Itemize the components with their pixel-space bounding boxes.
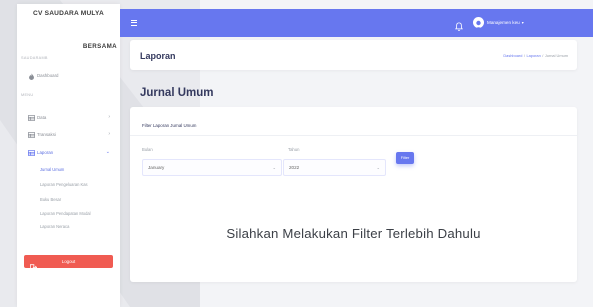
bulan-value: January xyxy=(148,165,165,170)
filter-button[interactable]: Filter xyxy=(396,152,414,164)
sidebar-item-dashboard[interactable]: Dashboard xyxy=(17,70,120,82)
breadcrumb-dashboard[interactable]: Dashboard xyxy=(503,53,522,58)
sidebar-item-data[interactable]: Data › xyxy=(17,112,120,124)
content-title: Jurnal Umum xyxy=(140,87,214,99)
caret-down-icon: ▾ xyxy=(521,20,524,25)
table-icon xyxy=(27,149,35,157)
breadcrumb-current: Jurnal Umum xyxy=(544,53,568,58)
filter-button-label: Filter xyxy=(400,155,410,160)
sidebar-subitem-laporan-pendapatan-modal[interactable]: Laporan Pendapatan Modal xyxy=(40,211,91,216)
sidebar-subitem-buku-besar[interactable]: Buku Besar xyxy=(40,197,61,202)
sidebar-item-label: Laporan xyxy=(37,150,54,155)
user-menu[interactable]: Manajemen keu ▾ xyxy=(487,20,524,25)
bulan-select[interactable]: January ⌄ xyxy=(142,159,282,176)
logout-button[interactable]: Logout xyxy=(24,255,113,271)
bulan-label: Bulan xyxy=(142,147,153,152)
sidebar-item-label: Data xyxy=(37,115,47,120)
sidebar-item-transaksi[interactable]: Transaksi › xyxy=(17,129,120,141)
table-icon xyxy=(27,114,35,122)
section-header: Laporan Dashboard / Laporan / Jurnal Umum xyxy=(130,40,577,70)
filter-card: Filter Laporan Jurnal Umum Bulan January… xyxy=(130,107,577,282)
card-divider xyxy=(130,135,577,136)
chevron-right-icon: › xyxy=(108,114,110,120)
brand-small: SAUDARAMB xyxy=(21,56,48,60)
sidebar-item-label: Transaksi xyxy=(37,132,56,137)
chevron-down-icon: ⌄ xyxy=(376,165,380,170)
sidebar-subitem-laporan-pengeluaran-kas[interactable]: Laporan Pengeluaran Kas xyxy=(40,182,88,187)
chevron-right-icon: › xyxy=(108,131,110,137)
logout-label: Logout xyxy=(61,259,76,264)
user-avatar-icon[interactable] xyxy=(473,17,484,28)
tahun-label: Tahun xyxy=(288,147,300,152)
chevron-down-icon: ⌄ xyxy=(272,165,276,170)
tahun-select[interactable]: 2022 ⌄ xyxy=(283,159,386,176)
bars-icon[interactable] xyxy=(131,20,137,26)
chevron-down-icon: ⌄ xyxy=(105,149,110,155)
sidebar: CV SAUDARA MULYA BERSAMA SAUDARAMB Dashb… xyxy=(17,4,120,307)
sidebar-item-laporan[interactable]: Laporan ⌄ xyxy=(17,147,120,159)
page-title: Laporan xyxy=(140,51,176,61)
breadcrumb: Dashboard / Laporan / Jurnal Umum xyxy=(503,53,568,58)
breadcrumb-separator: / xyxy=(542,53,544,58)
brand-title[interactable]: CV SAUDARA MULYA xyxy=(17,10,120,17)
brand-subtitle[interactable]: BERSAMA xyxy=(17,43,117,50)
table-icon xyxy=(27,131,35,139)
tahun-value: 2022 xyxy=(289,165,300,170)
breadcrumb-laporan[interactable]: Laporan xyxy=(526,53,540,58)
menu-section-label: MENU xyxy=(21,93,34,97)
sidebar-subitem-jurnal-umum[interactable]: Jurnal Umum xyxy=(40,167,64,172)
filter-card-title: Filter Laporan Jurnal Umum xyxy=(142,123,197,128)
user-name: Manajemen keu xyxy=(487,20,520,25)
bell-icon[interactable] xyxy=(455,18,463,31)
breadcrumb-separator: / xyxy=(523,53,525,58)
top-navbar: Manajemen keu ▾ xyxy=(120,9,593,37)
sidebar-item-label: Dashboard xyxy=(37,73,59,78)
empty-state-message: Silahkan Melakukan Filter Terlebih Dahul… xyxy=(226,226,481,241)
sidebar-subitem-laporan-neraca[interactable]: Laporan Neraca xyxy=(40,224,69,229)
fire-icon xyxy=(27,72,35,80)
